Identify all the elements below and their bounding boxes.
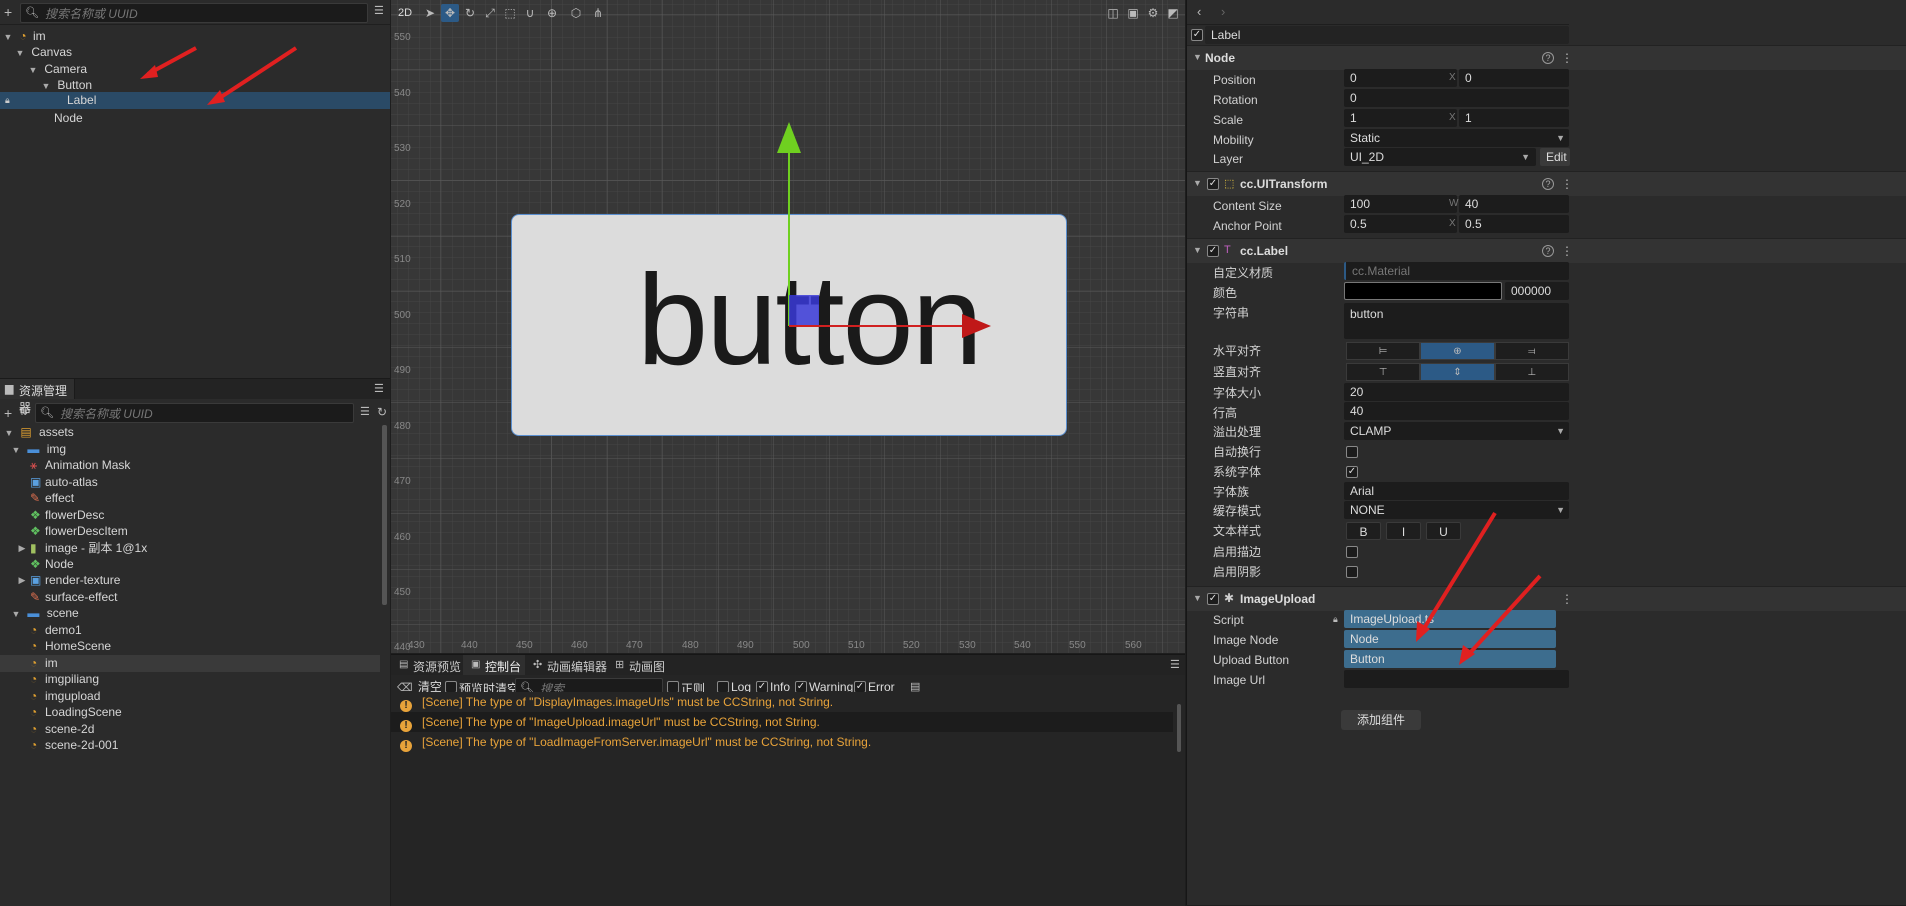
assets-tree: ▼ ▤ assets ▼ ▬ img ⚹ Animation Mask ▣ au…	[0, 424, 380, 906]
list-menu-icon[interactable]: ☰	[360, 407, 370, 418]
scene-icon: ◔	[30, 672, 38, 686]
database-icon: ▤	[20, 425, 32, 439]
log-line[interactable]: ! [Scene] The type of "DisplayImages.imag…	[391, 692, 1173, 712]
annotation-arrow	[1416, 511, 1542, 665]
prefab-icon: ❖	[30, 557, 41, 571]
tab-asset-preview[interactable]: ▤ 资源预览	[391, 655, 461, 675]
prefab-icon: ❖	[30, 508, 41, 522]
move-gizmo[interactable]	[391, 0, 1185, 653]
effect-icon: ✎	[30, 491, 41, 505]
scene-icon: ◔	[30, 623, 38, 637]
animation-icon: ✣	[533, 659, 543, 671]
asset-item-loadingscene[interactable]: ◔ LoadingScene	[0, 704, 380, 721]
assets-search-input[interactable]: 🔍︎ 搜索名称或 UUID	[35, 403, 354, 423]
warning-icon: !	[400, 740, 412, 752]
scene-icon: ◔	[30, 656, 38, 670]
scene-icon: ◔	[30, 639, 38, 653]
graph-icon: ⊞	[615, 659, 625, 671]
scene-view[interactable]: 2D ➤ ✥ ↻ ⤢ ⬚ ∪ ⊕ ⬡ ⋔ ◫ ▣ ⚙ ◩ 550 540 530…	[391, 0, 1185, 653]
asset-item-flowerdesc[interactable]: ❖ flowerDesc	[0, 507, 380, 524]
asset-item-img[interactable]: ▼ ▬ img	[0, 441, 380, 458]
assets-scrollbar[interactable]	[382, 425, 387, 605]
asset-item-imgpiliang[interactable]: ◔ imgpiliang	[0, 671, 380, 688]
panel-menu-icon[interactable]: ☰	[374, 384, 384, 395]
asset-item-scene-2d[interactable]: ◔ scene-2d	[0, 721, 380, 738]
assets-tab[interactable]: ▆ 资源管理器	[0, 379, 75, 415]
warning-icon: !	[400, 720, 412, 732]
scene-icon: ◔	[30, 689, 38, 703]
asset-item-imgupload[interactable]: ◔ imgupload	[0, 688, 380, 705]
console-panel: ▤ 资源预览 ▣ 控制台 ✣ 动画编辑器 ⊞ 动画图 ☰ ⌫ 清空 预览时清空 …	[391, 654, 1185, 906]
folder-icon: ▬	[27, 442, 40, 456]
render-texture-icon: ▣	[30, 573, 42, 587]
warning-icon: !	[400, 700, 412, 712]
asset-item-node[interactable]: ❖ Node	[0, 556, 380, 573]
scene-icon: ◔	[30, 738, 38, 752]
chevron-down-icon[interactable]: ▼	[11, 606, 21, 623]
assets-panel: ▆ 资源管理器 ☰ + ⇅ 🔍︎ 搜索名称或 UUID ☰ ↻ ▼ ▤ asse…	[0, 378, 390, 906]
asset-item-demo1[interactable]: ◔ demo1	[0, 622, 380, 639]
search-icon: 🔍︎	[40, 406, 54, 419]
console-scrollbar[interactable]	[1177, 704, 1181, 752]
scene-icon: ◔	[30, 705, 38, 719]
effect-icon: ✎	[30, 590, 41, 604]
tab-animation-graph[interactable]: ⊞ 动画图	[613, 655, 673, 675]
image-icon: ▮	[30, 541, 37, 555]
refresh-icon[interactable]: ↻	[377, 406, 387, 418]
console-log-list: ! [Scene] The type of "DisplayImages.imag…	[391, 692, 1185, 906]
prefab-icon: ❖	[30, 524, 41, 538]
panel-menu-icon[interactable]: ☰	[1170, 660, 1180, 671]
hierarchy-panel: + 🔍︎ 搜索名称或 UUID ☰ ▼ ◔ im ▼ Canvas ▼ Came…	[0, 0, 390, 378]
asset-item-animation-mask[interactable]: ⚹ Animation Mask	[0, 457, 380, 474]
tab-animation-editor[interactable]: ✣ 动画编辑器	[529, 655, 607, 675]
asset-item-im[interactable]: ◔ im	[0, 655, 380, 672]
chevron-down-icon[interactable]: ▼	[4, 425, 14, 442]
asset-item-flowerdescitem[interactable]: ❖ flowerDescItem	[0, 523, 380, 540]
sort-icon[interactable]: ⇅	[19, 407, 28, 418]
add-asset-icon[interactable]: +	[4, 406, 12, 420]
asset-item-image-copy[interactable]: ▶ ▮ image - 副本 1@1x	[0, 540, 380, 557]
log-line[interactable]: ! [Scene] The type of "ImageUpload.imageU…	[391, 712, 1173, 732]
log-line[interactable]: ! [Scene] The type of "LoadImageFromServe…	[391, 732, 1173, 752]
inspector-panel: ‹ › ✓ Label ▼ Node ? ⋮ Position 0 X 0 Ro…	[1186, 0, 1906, 905]
asset-item-auto-atlas[interactable]: ▣ auto-atlas	[0, 474, 380, 491]
tab-console[interactable]: ▣ 控制台	[463, 655, 525, 675]
annotation-arrow	[140, 46, 298, 105]
asset-item-surface-effect[interactable]: ✎ surface-effect	[0, 589, 380, 606]
atlas-icon: ▣	[30, 475, 42, 489]
folder-icon: ▆	[5, 383, 14, 395]
asset-item-scene-2d-001[interactable]: ◔ scene-2d-001	[0, 737, 380, 754]
folder-icon: ▬	[27, 606, 40, 620]
asset-item-scene-folder[interactable]: ▼ ▬ scene	[0, 605, 380, 622]
preview-icon: ▤	[399, 659, 409, 670]
asset-item-homescene[interactable]: ◔ HomeScene	[0, 638, 380, 655]
scene-icon: ◔	[30, 722, 38, 736]
console-tabs: ▤ 资源预览 ▣ 控制台 ✣ 动画编辑器 ⊞ 动画图 ☰	[391, 655, 1185, 675]
chevron-right-icon[interactable]: ▶	[17, 572, 27, 589]
asset-item-effect[interactable]: ✎ effect	[0, 490, 380, 507]
chevron-right-icon[interactable]: ▶	[17, 540, 27, 557]
asset-item-assets[interactable]: ▼ ▤ assets	[0, 424, 380, 441]
animation-mask-icon: ⚹	[30, 458, 38, 472]
console-icon: ▣	[471, 659, 481, 670]
asset-item-render-texture[interactable]: ▶ ▣ render-texture	[0, 572, 380, 589]
